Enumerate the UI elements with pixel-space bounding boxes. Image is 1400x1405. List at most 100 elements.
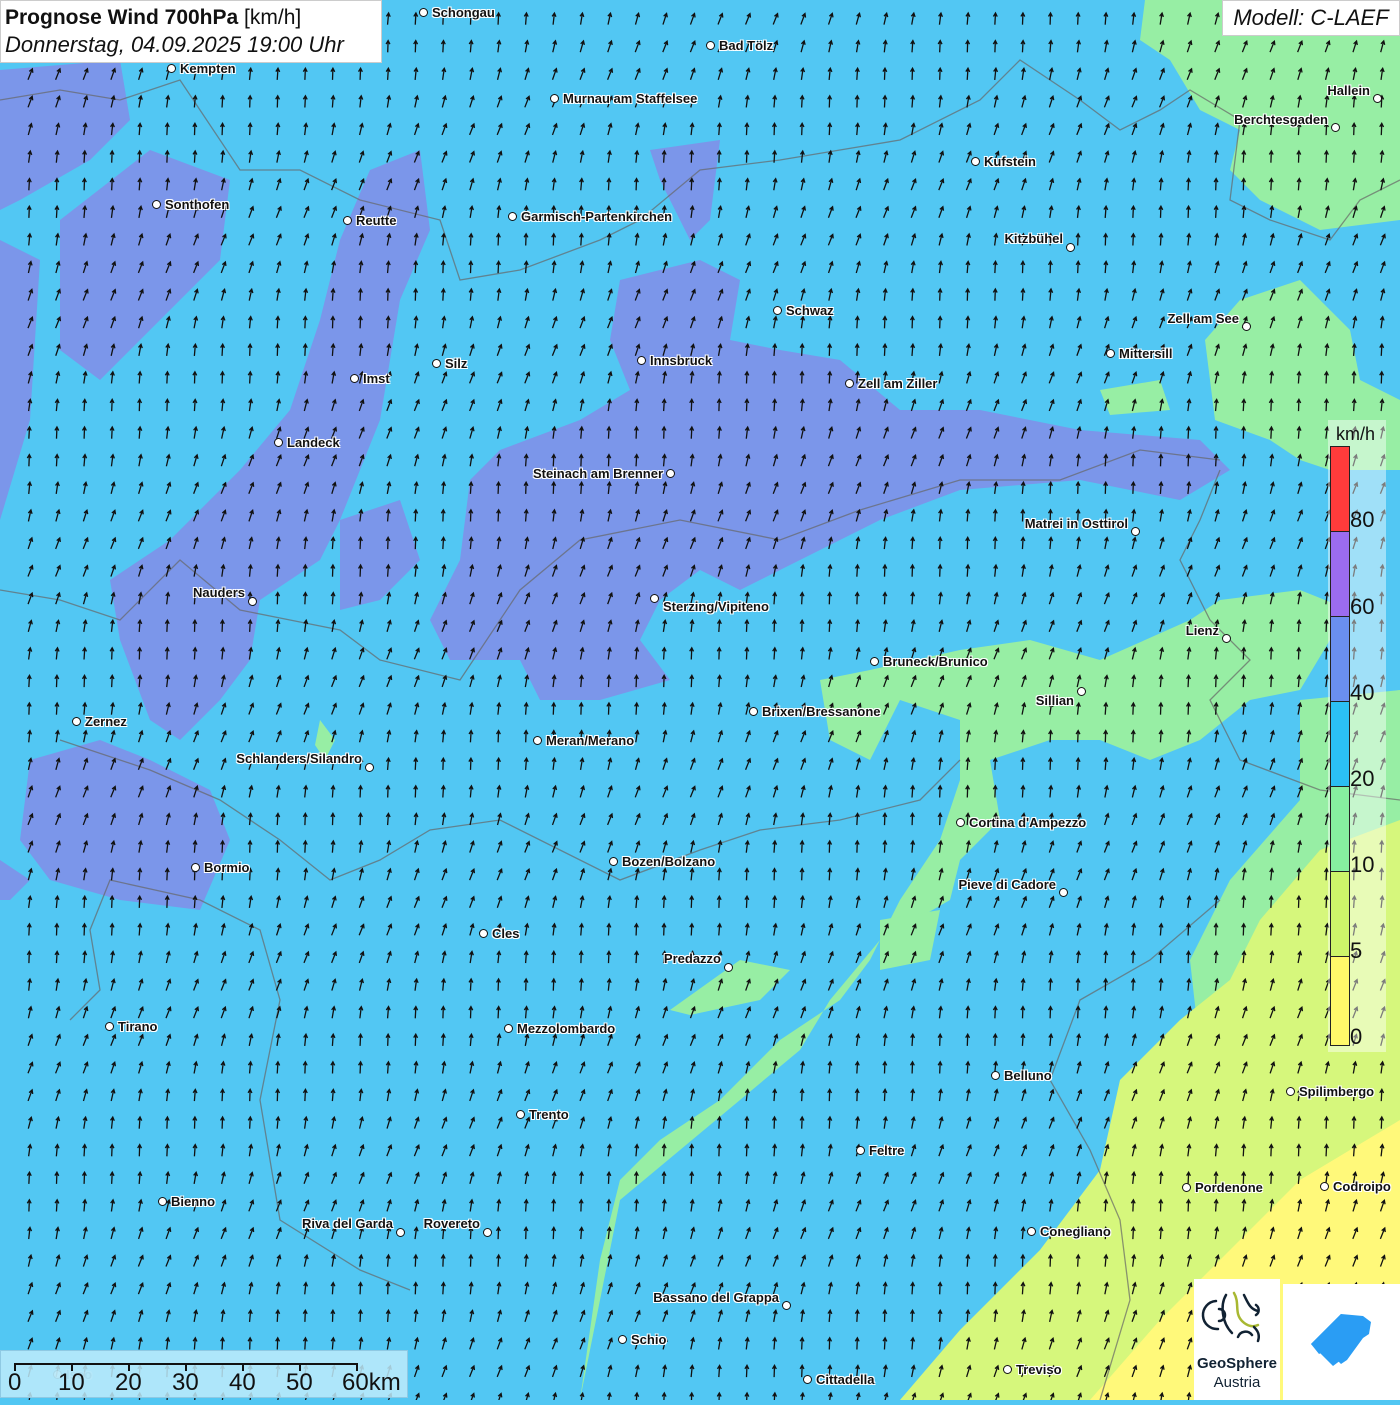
city-label: Mezzolombardo: [517, 1021, 616, 1036]
city-label: Schio: [631, 1332, 667, 1347]
city-label: Zell am See: [1167, 311, 1239, 326]
city-label: Tirano: [118, 1019, 158, 1034]
legend-colorbar: [1330, 446, 1350, 1046]
legend-tick: 0: [1350, 1024, 1363, 1049]
city-marker-icon: [971, 157, 980, 166]
city-label: Trento: [529, 1107, 569, 1122]
city-marker-icon: [637, 356, 646, 365]
city-marker-icon: [248, 597, 257, 606]
legend-swatch-60-80: [1331, 532, 1349, 617]
city-marker-icon: [1331, 123, 1340, 132]
city-marker-icon: [274, 438, 283, 447]
city-marker-icon: [1059, 888, 1068, 897]
city-label: Hallein: [1327, 83, 1370, 98]
city-label: Pieve di Cadore: [958, 877, 1056, 892]
legend-swatch-20-40: [1331, 702, 1349, 787]
legend-tick: 5: [1350, 938, 1363, 963]
city-marker-icon: [191, 863, 200, 872]
city-label: Meran/Merano: [546, 733, 635, 748]
legend-tick: 60: [1350, 594, 1375, 619]
city-label: Zernez: [85, 714, 127, 729]
city-marker-icon: [483, 1228, 492, 1237]
geosphere-logo-text: GeoSphere: [1196, 1355, 1278, 1372]
city-label: Kufstein: [984, 154, 1036, 169]
city-label: Treviso: [1016, 1362, 1062, 1377]
geosphere-contour-icon: [1201, 1291, 1261, 1343]
city-label: Bassano del Grappa: [653, 1290, 779, 1305]
legend-tick: 10: [1350, 852, 1375, 877]
city-label: Riva del Garda: [301, 1216, 393, 1231]
city-label: Brixen/Bressanone: [762, 704, 881, 719]
city-marker-icon: [1066, 243, 1075, 252]
city-label: Predazzo: [663, 951, 721, 966]
city-label: Nauders: [192, 585, 245, 600]
city-marker-icon: [666, 469, 675, 478]
title-text: Prognose Wind 700hPa: [5, 6, 239, 29]
city-marker-icon: [158, 1197, 167, 1206]
city-label: Landeck: [287, 435, 340, 450]
city-marker-icon: [419, 8, 428, 17]
city-marker-icon: [870, 657, 879, 666]
city-marker-icon: [167, 64, 176, 73]
city-marker-icon: [350, 374, 359, 383]
geosphere-austria-logo[interactable]: GeoSphere Austria: [1194, 1279, 1280, 1400]
city-marker-icon: [782, 1301, 791, 1310]
city-label: Bruneck/Brunico: [883, 654, 988, 669]
city-marker-icon: [508, 212, 517, 221]
city-label: Berchtesgaden: [1234, 112, 1328, 127]
city-marker-icon: [856, 1146, 865, 1155]
legend-swatch-40-60: [1331, 617, 1349, 702]
scale-label: 30: [172, 1369, 199, 1396]
city-marker-icon: [1182, 1183, 1191, 1192]
city-marker-icon: [1286, 1087, 1295, 1096]
city-label: Sterzing/Vipiteno: [663, 599, 769, 614]
city-label: Spilimbergo: [1299, 1084, 1375, 1099]
city-label: Murnau am Staffelsee: [563, 91, 698, 106]
city-label: Cles: [492, 926, 520, 941]
forecast-datetime: Donnerstag, 04.09.2025 19:00 Uhr: [5, 32, 344, 57]
city-label: Innsbruck: [650, 353, 713, 368]
city-marker-icon: [1131, 527, 1140, 536]
city-label: Reutte: [356, 213, 397, 228]
scale-bar: 0 10 20 30 40 50 60km: [0, 1350, 408, 1398]
scale-label: 10: [58, 1369, 85, 1396]
city-label: Matrei in Osttirol: [1024, 516, 1128, 531]
city-marker-icon: [803, 1375, 812, 1384]
city-marker-icon: [152, 200, 161, 209]
scale-label: 50: [286, 1369, 313, 1396]
city-marker-icon: [1027, 1227, 1036, 1236]
city-marker-icon: [991, 1071, 1000, 1080]
city-label: Lienz: [1185, 623, 1219, 638]
city-label: Schlanders/Silandro: [236, 751, 362, 766]
city-label: Silz: [445, 356, 468, 371]
city-marker-icon: [516, 1110, 525, 1119]
city-label: Schwaz: [786, 303, 834, 318]
partner-logo[interactable]: [1283, 1284, 1400, 1400]
city-marker-icon: [365, 763, 374, 772]
city-label: Mittersill: [1119, 346, 1173, 361]
scale-label: 40: [229, 1369, 256, 1396]
austria-logo-text: Austria: [1213, 1374, 1261, 1391]
city-marker-icon: [609, 857, 618, 866]
city-label: Cittadella: [816, 1372, 875, 1387]
scale-label: 60km: [342, 1369, 401, 1396]
model-label: Modell: C-LAEF: [1222, 0, 1400, 36]
city-marker-icon: [845, 379, 854, 388]
legend-swatch-5-10: [1331, 872, 1349, 957]
city-marker-icon: [1003, 1365, 1012, 1374]
city-marker-icon: [72, 717, 81, 726]
map-title: Prognose Wind 700hPa [km/h]: [5, 4, 377, 31]
city-label: Bozen/Bolzano: [622, 854, 716, 869]
city-label: Kempten: [180, 61, 236, 76]
city-marker-icon: [550, 94, 559, 103]
city-label: Bienno: [171, 1194, 216, 1209]
city-label: Sillian: [1035, 693, 1074, 708]
city-marker-icon: [105, 1022, 114, 1031]
city-marker-icon: [396, 1228, 405, 1237]
city-label: Imst: [363, 371, 390, 386]
city-marker-icon: [1077, 687, 1086, 696]
city-marker-icon: [618, 1335, 627, 1344]
city-marker-icon: [1242, 322, 1251, 331]
city-label: Kitzbühel: [1004, 231, 1064, 246]
city-marker-icon: [479, 929, 488, 938]
